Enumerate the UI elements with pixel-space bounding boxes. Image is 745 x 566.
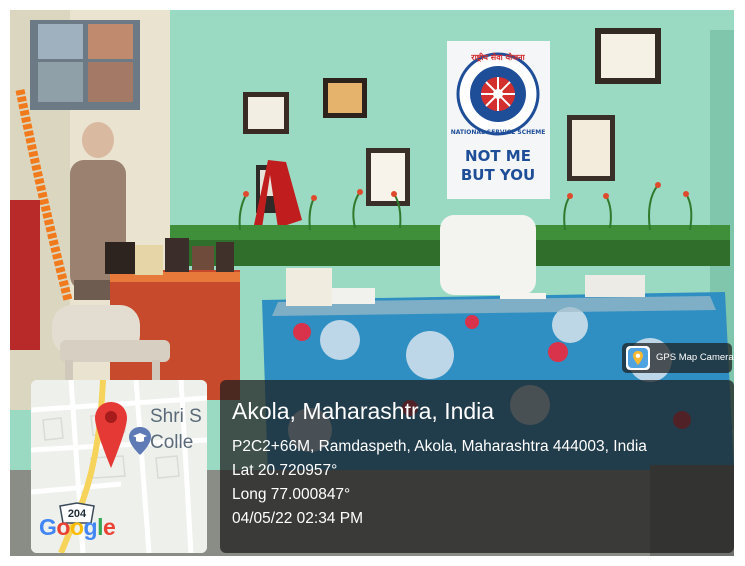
map-place-label-line2: Colle — [150, 432, 194, 453]
google-logo-letter: e — [102, 514, 116, 540]
location-title: Akola, Maharashtra, India — [232, 398, 495, 424]
google-logo-letter: o — [56, 514, 70, 540]
location-info-overlay: Akola, Maharashtra, India P2C2+66M, Ramd… — [220, 380, 734, 553]
mini-map: Shri S Colle 204 Google — [31, 380, 207, 553]
poster-slogan-line2: BUT YOU — [461, 166, 535, 184]
map-pin-icon — [95, 402, 127, 468]
google-logo-letter: G — [39, 514, 57, 540]
photo-frame: राष्ट्रीय सेवा योजना NATIONAL SERVICE SCH… — [10, 10, 734, 556]
poster-ring-text: NATIONAL SERVICE SCHEME — [451, 129, 546, 136]
gps-map-camera-badge: GPS Map Camera — [622, 343, 734, 373]
map-place-label: Shri S Colle — [150, 404, 202, 456]
google-logo-letter: g — [83, 514, 98, 540]
longitude-text: Long 77.000847° — [232, 486, 351, 503]
timestamp-text: 04/05/22 02:34 PM — [232, 510, 363, 527]
latitude-text: Lat 20.720957° — [232, 462, 338, 479]
map-pin-camera-icon — [626, 346, 650, 370]
poster-arc-text: राष्ट्रीय सेवा योजना — [470, 52, 525, 62]
map-place-label-line1: Shri S — [150, 406, 202, 427]
location-address: P2C2+66M, Ramdaspeth, Akola, Maharashtra… — [232, 438, 647, 455]
google-logo-letter: o — [69, 514, 84, 540]
google-logo: Google — [39, 514, 116, 541]
gps-map-camera-label: GPS Map Camera — [656, 352, 734, 363]
poster-slogan-line1: NOT ME — [465, 147, 531, 165]
